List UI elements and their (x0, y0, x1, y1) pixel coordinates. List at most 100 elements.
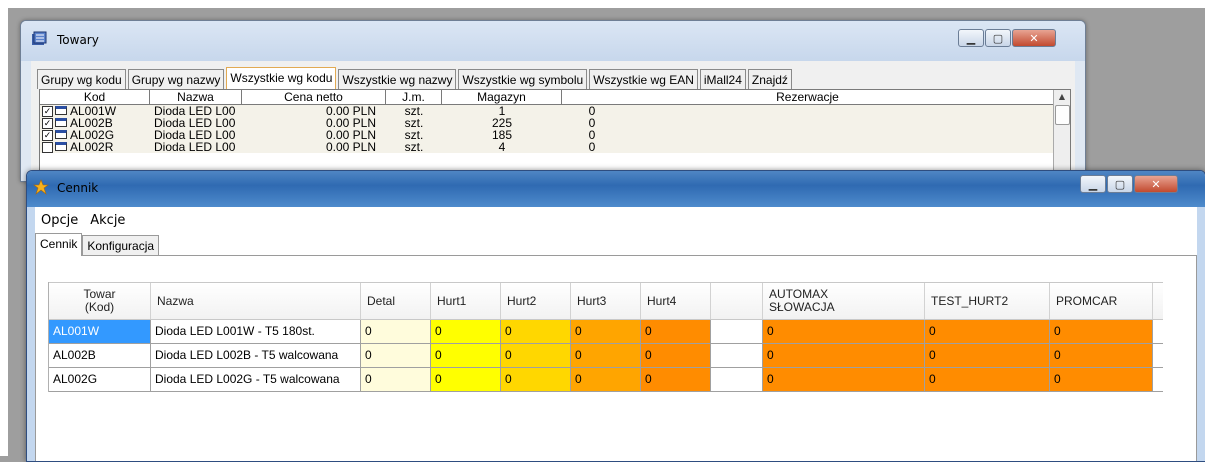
cell-test-hurt2[interactable]: 0 (925, 368, 1050, 391)
cell-test-hurt2[interactable]: 0 (925, 344, 1050, 367)
col-magazyn-header[interactable]: Magazyn (442, 90, 562, 104)
cennik-titlebar[interactable]: Cennik ▁ ▢ ✕ (27, 171, 1205, 207)
col-cena-header[interactable]: Cena netto (242, 90, 386, 104)
cell-hurt4[interactable]: 0 (641, 344, 711, 367)
row-kod: AL002G (70, 129, 115, 141)
col-hurt1-header[interactable]: Hurt1 (431, 283, 501, 319)
cell-nazwa[interactable]: Dioda LED L002B - T5 walcowana (151, 344, 361, 367)
col-kod-header[interactable]: Kod (40, 90, 150, 104)
maximize-icon: ▢ (1114, 177, 1126, 191)
cennik-close-button[interactable]: ✕ (1134, 175, 1178, 193)
row-jm: szt. (404, 117, 424, 129)
table-row[interactable]: AL002R Dioda LED L00 0.00 PLN szt. 4 0 (40, 141, 1070, 153)
towary-maximize-button[interactable]: ▢ (985, 29, 1011, 47)
cell-hurt1[interactable]: 0 (431, 344, 501, 367)
cell-hurt2[interactable]: 0 (501, 344, 571, 367)
cennik-grid-header: Towar (Kod) Nazwa Detal Hurt1 Hurt2 Hurt… (49, 282, 1163, 320)
col-towar-header[interactable]: Towar (Kod) (49, 283, 151, 319)
col-automax-header[interactable]: AUTOMAX SŁOWACJA (763, 283, 925, 319)
cell-kod[interactable]: AL001W (49, 320, 151, 343)
col-jm-header[interactable]: J.m. (386, 90, 442, 104)
cell-promcar[interactable]: 0 (1050, 344, 1153, 367)
cell-hurt4[interactable]: 0 (641, 320, 711, 343)
cell-promcar[interactable]: 0 (1050, 368, 1153, 391)
table-row[interactable]: AL001W Dioda LED L001W - T5 180st. 0 0 0… (49, 320, 1163, 344)
cennik-tab-page: Towar (Kod) Nazwa Detal Hurt1 Hurt2 Hurt… (35, 256, 1197, 461)
cell-automax[interactable]: 0 (763, 320, 925, 343)
towary-vertical-scrollbar[interactable]: ▲ (1053, 90, 1070, 181)
row-jm: szt. (404, 129, 424, 141)
col-promcar-header[interactable]: PROMCAR (1050, 283, 1153, 319)
cell-hurt3[interactable]: 0 (571, 368, 641, 391)
cell-promcar[interactable]: 0 (1050, 320, 1153, 343)
col-nazwa-header[interactable]: Nazwa (150, 90, 242, 104)
row-checkbox[interactable]: ✓ (42, 106, 53, 117)
cell-hurt4[interactable]: 0 (641, 368, 711, 391)
tab-cennik[interactable]: Cennik (35, 233, 83, 256)
cell-kod[interactable]: AL002G (49, 368, 151, 391)
tab-znajdz[interactable]: Znajdź (747, 69, 792, 89)
row-jm: szt. (404, 105, 424, 117)
cell-hurt2[interactable]: 0 (501, 368, 571, 391)
col-automax-header-line2: SŁOWACJA (769, 300, 835, 314)
menu-akcje[interactable]: Akcje (84, 213, 131, 228)
tab-konfiguracja[interactable]: Konfiguracja (82, 235, 160, 255)
cennik-tabs: Cennik Konfiguracja (35, 233, 1197, 256)
col-test-hurt2-header[interactable]: TEST_HURT2 (925, 283, 1050, 319)
towary-body: Grupy wg kodu Grupy wg nazwy Wszystkie w… (31, 61, 1075, 181)
cell-nazwa[interactable]: Dioda LED L001W - T5 180st. (151, 320, 361, 343)
towary-close-button[interactable]: ✕ (1012, 29, 1056, 47)
col-hurt2-header[interactable]: Hurt2 (501, 283, 571, 319)
cell-nazwa[interactable]: Dioda LED L002G - T5 walcowana (151, 368, 361, 391)
cell-empty[interactable] (711, 368, 763, 391)
cennik-grid[interactable]: Towar (Kod) Nazwa Detal Hurt1 Hurt2 Hurt… (48, 282, 1163, 392)
row-checkbox[interactable]: ✓ (42, 130, 53, 141)
cell-detal[interactable]: 0 (361, 320, 431, 343)
towary-titlebar[interactable]: Towary ▁ ▢ ✕ (21, 21, 1085, 61)
product-icon (55, 142, 67, 151)
cell-test-hurt2[interactable]: 0 (925, 320, 1050, 343)
col-empty-header[interactable] (711, 283, 763, 319)
cell-hurt1[interactable]: 0 (431, 320, 501, 343)
table-row[interactable]: ✓ AL002B Dioda LED L00 0.00 PLN szt. 225 … (40, 117, 1070, 129)
scroll-thumb[interactable] (1055, 105, 1070, 125)
cell-automax[interactable]: 0 (763, 344, 925, 367)
tab-imall24[interactable]: iMall24 (699, 69, 746, 89)
menu-opcje[interactable]: Opcje (35, 213, 84, 228)
cennik-maximize-button[interactable]: ▢ (1107, 175, 1133, 193)
table-row[interactable]: AL002B Dioda LED L002B - T5 walcowana 0 … (49, 344, 1163, 368)
cell-detal[interactable]: 0 (361, 344, 431, 367)
tab-wszystkie-wg-symbolu[interactable]: Wszystkie wg symbolu (458, 69, 588, 89)
col-hurt3-header[interactable]: Hurt3 (571, 283, 641, 319)
row-magazyn: 185 (491, 129, 513, 141)
towary-grid[interactable]: Kod Nazwa Cena netto J.m. Magazyn Rezerw… (39, 89, 1071, 181)
col-hurt4-header[interactable]: Hurt4 (641, 283, 711, 319)
cell-automax[interactable]: 0 (763, 368, 925, 391)
table-row[interactable]: ✓ AL002G Dioda LED L00 0.00 PLN szt. 185 … (40, 129, 1070, 141)
table-row[interactable]: AL002G Dioda LED L002G - T5 walcowana 0 … (49, 368, 1163, 392)
towary-minimize-button[interactable]: ▁ (958, 29, 984, 47)
cell-hurt1[interactable]: 0 (431, 368, 501, 391)
row-checkbox[interactable] (42, 142, 53, 153)
cell-hurt3[interactable]: 0 (571, 344, 641, 367)
scroll-up-icon[interactable]: ▲ (1054, 90, 1070, 104)
table-row[interactable]: ✓ AL001W Dioda LED L00 0.00 PLN szt. 1 0 (40, 105, 1070, 117)
tab-wszystkie-wg-ean[interactable]: Wszystkie wg EAN (589, 69, 698, 89)
row-checkbox[interactable]: ✓ (42, 118, 53, 129)
towary-tabs: Grupy wg kodu Grupy wg nazwy Wszystkie w… (37, 67, 794, 91)
cell-hurt3[interactable]: 0 (571, 320, 641, 343)
tab-wszystkie-wg-kodu[interactable]: Wszystkie wg kodu (226, 67, 337, 91)
cell-detal[interactable]: 0 (361, 368, 431, 391)
cell-kod[interactable]: AL002B (49, 344, 151, 367)
tab-grupy-wg-nazwy[interactable]: Grupy wg nazwy (127, 69, 225, 89)
col-detal-header[interactable]: Detal (361, 283, 431, 319)
tab-wszystkie-wg-nazwy[interactable]: Wszystkie wg nazwy (338, 69, 457, 89)
col-rezerwacje-header[interactable]: Rezerwacje (562, 90, 1053, 104)
cell-empty[interactable] (711, 320, 763, 343)
col-nazwa-header[interactable]: Nazwa (151, 283, 361, 319)
tab-grupy-wg-kodu[interactable]: Grupy wg kodu (37, 69, 126, 89)
cennik-client-area: Opcje Akcje Cennik Konfiguracja Towar (K… (35, 207, 1197, 461)
cennik-minimize-button[interactable]: ▁ (1080, 175, 1106, 193)
cell-empty[interactable] (711, 344, 763, 367)
cell-hurt2[interactable]: 0 (501, 320, 571, 343)
